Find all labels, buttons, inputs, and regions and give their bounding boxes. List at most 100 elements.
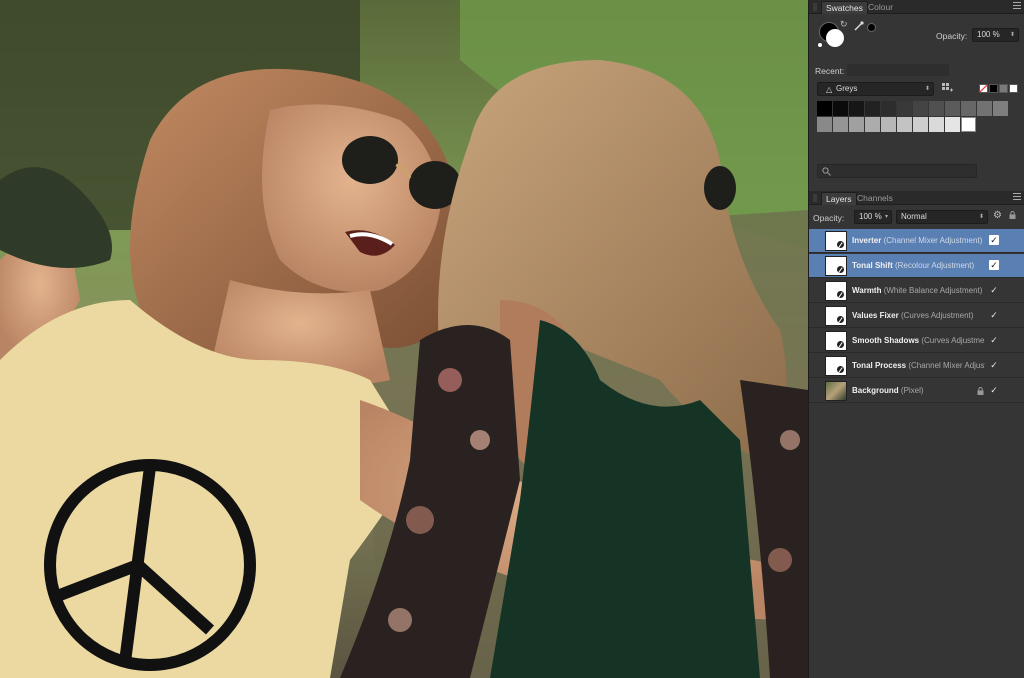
- tab-channels[interactable]: Channels: [853, 192, 897, 205]
- layer-type: (Curves Adjustment): [921, 336, 985, 345]
- layer-name: Background (Pixel): [852, 386, 985, 395]
- grey-swatch[interactable]: [833, 101, 848, 116]
- grey-swatch[interactable]: [881, 117, 896, 132]
- layer-thumbnail: [825, 281, 847, 301]
- grey-swatch[interactable]: [849, 101, 864, 116]
- grey-swatch[interactable]: [999, 84, 1008, 93]
- layer-thumbnail: [825, 306, 847, 326]
- color-picker-icon[interactable]: [854, 21, 864, 31]
- add-swatch-icon[interactable]: [941, 82, 953, 94]
- layer-opacity-label: Opacity:: [813, 213, 845, 223]
- visibility-check-icon[interactable]: ✓: [989, 385, 999, 395]
- swatch-search-input[interactable]: [817, 164, 977, 178]
- swatches-tabbar: Swatches Colour: [809, 0, 1024, 14]
- visibility-check-icon[interactable]: ✓: [989, 285, 999, 295]
- stepper-icon[interactable]: ⬍: [1010, 29, 1015, 41]
- layer-label: Inverter: [852, 236, 882, 245]
- grey-swatch[interactable]: [945, 101, 960, 116]
- blend-mode-dropdown[interactable]: Normal ⬍: [896, 210, 988, 224]
- layer-row[interactable]: Smooth Shadows (Curves Adjustment) ✓: [809, 329, 1024, 353]
- layers-tabbar: Layers Channels: [809, 191, 1024, 205]
- stroke-color-chip[interactable]: [826, 29, 844, 47]
- layer-opacity-value: 100 %: [859, 212, 882, 221]
- visibility-check-icon[interactable]: ✓: [989, 360, 999, 370]
- grey-swatch[interactable]: [913, 117, 928, 132]
- layer-type: (Pixel): [900, 386, 924, 395]
- grey-swatch[interactable]: [881, 101, 896, 116]
- adjustment-icon: [836, 265, 845, 274]
- recent-label: Recent:: [815, 66, 845, 76]
- grey-swatch[interactable]: [817, 101, 832, 116]
- layer-label: Warmth: [852, 286, 882, 295]
- grey-swatch[interactable]: [833, 117, 848, 132]
- grey-swatch[interactable]: [929, 117, 944, 132]
- layer-name: Tonal Process (Channel Mixer Adjustment): [852, 361, 985, 370]
- adjustment-icon: [836, 365, 845, 374]
- layer-row[interactable]: Tonal Process (Channel Mixer Adjustment)…: [809, 354, 1024, 378]
- visibility-check-icon[interactable]: ✓: [989, 260, 999, 270]
- adjustment-icon: [836, 315, 845, 324]
- photo-image: [0, 0, 808, 678]
- reset-colors-icon[interactable]: [817, 42, 823, 48]
- layer-name: Smooth Shadows (Curves Adjustment): [852, 336, 985, 345]
- tab-colour[interactable]: Colour: [864, 1, 897, 14]
- visibility-check-icon[interactable]: ✓: [989, 235, 999, 245]
- layer-label: Values Fixer: [852, 311, 899, 320]
- grey-swatch[interactable]: [961, 101, 976, 116]
- grey-swatch[interactable]: [961, 117, 976, 132]
- visibility-check-icon[interactable]: ✓: [989, 335, 999, 345]
- layer-name: Values Fixer (Curves Adjustment): [852, 311, 985, 320]
- palette-dropdown[interactable]: △ Greys ⬍: [817, 82, 934, 96]
- layer-thumbnail: [825, 356, 847, 376]
- grey-swatch[interactable]: [945, 117, 960, 132]
- lock-icon[interactable]: [977, 387, 984, 395]
- grey-swatch[interactable]: [977, 101, 992, 116]
- layer-thumbnail: [825, 331, 847, 351]
- layer-row[interactable]: Tonal Shift (Recolour Adjustment) ✓: [809, 254, 1024, 278]
- layer-label: Tonal Process: [852, 361, 907, 370]
- document-canvas[interactable]: [0, 0, 808, 678]
- chevron-down-icon: ⬍: [924, 86, 930, 92]
- layer-row[interactable]: Warmth (White Balance Adjustment) ✓: [809, 279, 1024, 303]
- layer-name: Tonal Shift (Recolour Adjustment): [852, 261, 985, 270]
- palette-name: Greys: [836, 84, 858, 93]
- grey-swatch[interactable]: [897, 101, 912, 116]
- grey-swatch[interactable]: [913, 101, 928, 116]
- grey-swatch[interactable]: [849, 117, 864, 132]
- picked-color-chip[interactable]: [867, 23, 876, 32]
- panel-grip-icon[interactable]: [813, 194, 817, 202]
- panel-menu-icon[interactable]: [1013, 2, 1021, 10]
- tab-layers[interactable]: Layers: [821, 192, 857, 205]
- grey-swatch[interactable]: [993, 101, 1008, 116]
- white-swatch[interactable]: [1009, 84, 1018, 93]
- swatch-opacity-label: Opacity:: [936, 31, 968, 41]
- layer-row[interactable]: Background (Pixel) ✓: [809, 379, 1024, 403]
- studio-panel: Swatches Colour ↻ Opacity: 100 % ⬍ Recen…: [808, 0, 1024, 678]
- grey-swatch[interactable]: [929, 101, 944, 116]
- panel-grip-icon[interactable]: [813, 3, 817, 11]
- layer-type: (Curves Adjustment): [900, 311, 974, 320]
- swap-colors-icon[interactable]: ↻: [840, 19, 848, 30]
- layer-row[interactable]: Inverter (Channel Mixer Adjustment) ✓: [809, 229, 1024, 253]
- adjustment-icon: [836, 240, 845, 249]
- recent-swatches[interactable]: [847, 64, 949, 76]
- gear-icon[interactable]: ⚙: [993, 210, 1002, 221]
- layer-row[interactable]: Values Fixer (Curves Adjustment) ✓: [809, 304, 1024, 328]
- black-swatch[interactable]: [989, 84, 998, 93]
- lock-icon[interactable]: [1009, 211, 1016, 219]
- panel-menu-icon[interactable]: [1013, 193, 1021, 201]
- grey-swatch[interactable]: [817, 117, 832, 132]
- visibility-check-icon[interactable]: ✓: [989, 310, 999, 320]
- grey-swatch[interactable]: [897, 117, 912, 132]
- layer-thumbnail: [825, 231, 847, 251]
- grey-swatch[interactable]: [865, 101, 880, 116]
- swatch-opacity-field[interactable]: 100 % ⬍: [972, 28, 1019, 42]
- adjustment-icon: [836, 340, 845, 349]
- adjustment-icon: [836, 290, 845, 299]
- chevron-down-icon: ▾: [884, 214, 888, 220]
- chevron-down-icon: ⬍: [978, 214, 984, 220]
- grey-swatch[interactable]: [865, 117, 880, 132]
- tab-swatches[interactable]: Swatches: [821, 1, 868, 14]
- layer-opacity-field[interactable]: 100 % ▾: [854, 210, 892, 224]
- no-color-swatch[interactable]: [979, 84, 988, 93]
